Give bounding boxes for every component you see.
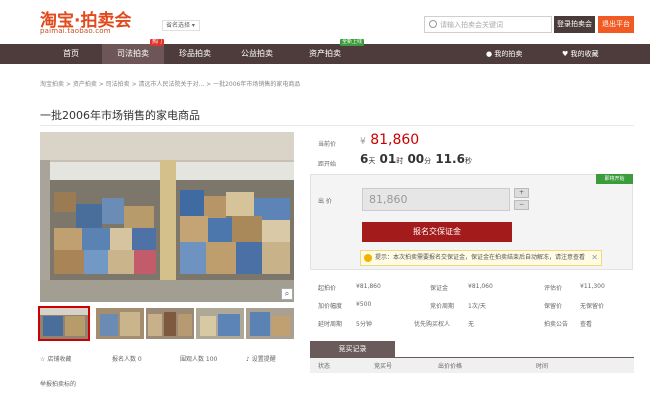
- unit-days: 天: [368, 157, 376, 165]
- thumbnail[interactable]: [38, 306, 90, 341]
- nav-judicial[interactable]: 司法拍卖 热门: [102, 39, 165, 64]
- search-icon: [429, 20, 437, 28]
- hot-badge: 热门: [150, 39, 165, 46]
- info-label: 竞价周期: [430, 303, 455, 310]
- main-photo[interactable]: [40, 132, 294, 302]
- countdown-seconds: 11.6: [435, 152, 465, 166]
- info-icon: [364, 254, 372, 262]
- info-value: 无: [468, 321, 475, 328]
- title-divider: [40, 125, 634, 126]
- info-value: 无保留价: [580, 303, 605, 310]
- thumbnail[interactable]: [246, 308, 294, 339]
- records-header: 状态 竞买号 出价价格 时间: [310, 358, 634, 373]
- info-label: 起拍价: [318, 285, 337, 292]
- info-label: 延时周期: [318, 321, 343, 328]
- info-value: ¥500: [356, 301, 372, 308]
- set-reminder-label: 设置提醒: [251, 356, 276, 363]
- info-value: 1次/天: [468, 303, 486, 310]
- info-value: ¥11,300: [580, 283, 605, 290]
- current-price-label: 当前价: [318, 141, 337, 148]
- status-badge: 即将开始: [596, 174, 633, 184]
- countdown: 6天 01时 00分 11.6秒: [360, 152, 472, 166]
- unit-minutes: 分: [424, 157, 432, 165]
- main-nav: 首页 司法拍卖 热门 珍品拍卖 公益拍卖 资产拍卖 全新上线 ● 我的拍卖 ♥ …: [0, 39, 650, 64]
- bid-amount-field[interactable]: 81,860: [362, 188, 510, 211]
- login-button[interactable]: 登录拍卖会: [554, 16, 595, 33]
- city-select[interactable]: 省名选择 ▾: [162, 20, 200, 31]
- logo-domain: paimai.taobao.com: [40, 27, 111, 35]
- unit-seconds: 秒: [464, 157, 472, 165]
- nav-home[interactable]: 首页: [40, 44, 102, 64]
- tab-bid-records[interactable]: 竞买记录: [310, 341, 395, 357]
- nav-favorites[interactable]: ♥ 我的收藏: [562, 44, 599, 64]
- user-icon: ●: [486, 50, 493, 58]
- unit-hours: 时: [396, 157, 404, 165]
- nav-my-auction[interactable]: ● 我的拍卖: [486, 44, 522, 64]
- col-price: 出价价格: [438, 363, 463, 370]
- heart-icon: ♥: [562, 50, 569, 58]
- currency-symbol: ¥: [360, 137, 366, 147]
- bell-icon: ♪: [246, 356, 250, 363]
- bid-label: 出 价: [318, 198, 332, 205]
- signup-deposit-button[interactable]: 报名交保证金: [362, 222, 512, 242]
- nav-assets-label: 资产拍卖: [309, 49, 341, 58]
- thumbnail[interactable]: [96, 308, 144, 339]
- nav-judicial-label: 司法拍卖: [117, 49, 149, 58]
- nav-assets[interactable]: 资产拍卖 全新上线: [288, 39, 365, 64]
- thumbnail[interactable]: [146, 308, 194, 339]
- col-time: 时间: [536, 363, 549, 370]
- countdown-minutes: 00: [407, 152, 425, 166]
- tip-text: 提示：本次拍卖需要报名交保证金，保证金在拍卖结束后自动解冻，请注意查看: [375, 254, 586, 261]
- countdown-label: 距开始: [318, 161, 337, 168]
- current-price-value: 81,860: [370, 132, 420, 148]
- nav-treasure[interactable]: 珍品拍卖: [164, 44, 226, 64]
- info-label: 保留价: [544, 303, 563, 310]
- breadcrumb[interactable]: 淘宝拍卖 > 资产拍卖 > 司法拍卖 > 清远市人民法院关于对... > 一批2…: [40, 79, 300, 88]
- info-label: 拍卖公告: [544, 321, 569, 328]
- col-bidder: 竞买号: [374, 363, 393, 370]
- search-placeholder: 请输入拍卖会关键词: [440, 21, 503, 29]
- zoom-icon[interactable]: ⌕: [281, 288, 293, 300]
- info-value: 5分钟: [356, 321, 372, 328]
- info-label: 优先购买权人: [414, 321, 451, 328]
- increment-button[interactable]: +: [514, 188, 529, 198]
- info-value: ¥81,060: [468, 283, 493, 290]
- tip-banner: 提示：本次拍卖需要报名交保证金，保证金在拍卖结束后自动解冻，请注意查看 ✕: [360, 250, 602, 266]
- close-icon[interactable]: ✕: [591, 251, 598, 265]
- signup-count: 报名人数 0: [112, 356, 142, 363]
- info-label: 加价幅度: [318, 303, 343, 310]
- search-input[interactable]: 请输入拍卖会关键词: [424, 16, 552, 33]
- nav-charity[interactable]: 公益拍卖: [226, 44, 288, 64]
- thumbnail[interactable]: [196, 308, 244, 339]
- info-label: 评估价: [544, 285, 563, 292]
- set-reminder-link[interactable]: ♪ 设置提醒: [246, 354, 276, 363]
- report-link[interactable]: 举报拍卖标的: [40, 379, 76, 388]
- favorite-shop-label: 店铺收藏: [47, 356, 72, 363]
- star-icon: ☆: [40, 356, 46, 363]
- new-badge: 全新上线: [340, 39, 365, 46]
- page-title: 一批2006年市场销售的家电商品: [40, 109, 200, 122]
- info-value: ¥81,860: [356, 283, 381, 290]
- nav-my-auction-label: 我的拍卖: [494, 50, 523, 58]
- countdown-hours: 01: [379, 152, 397, 166]
- favorite-shop-link[interactable]: ☆ 店铺收藏: [40, 354, 71, 363]
- decrement-button[interactable]: −: [514, 200, 529, 210]
- register-button[interactable]: 退出平台: [598, 16, 634, 33]
- nav-favorites-label: 我的收藏: [570, 50, 599, 58]
- info-label: 保证金: [430, 285, 449, 292]
- viewer-count: 围观人数 100: [180, 356, 218, 363]
- current-price: ¥ 81,860: [360, 132, 419, 148]
- info-link[interactable]: 查看: [580, 319, 592, 328]
- col-status: 状态: [318, 363, 331, 370]
